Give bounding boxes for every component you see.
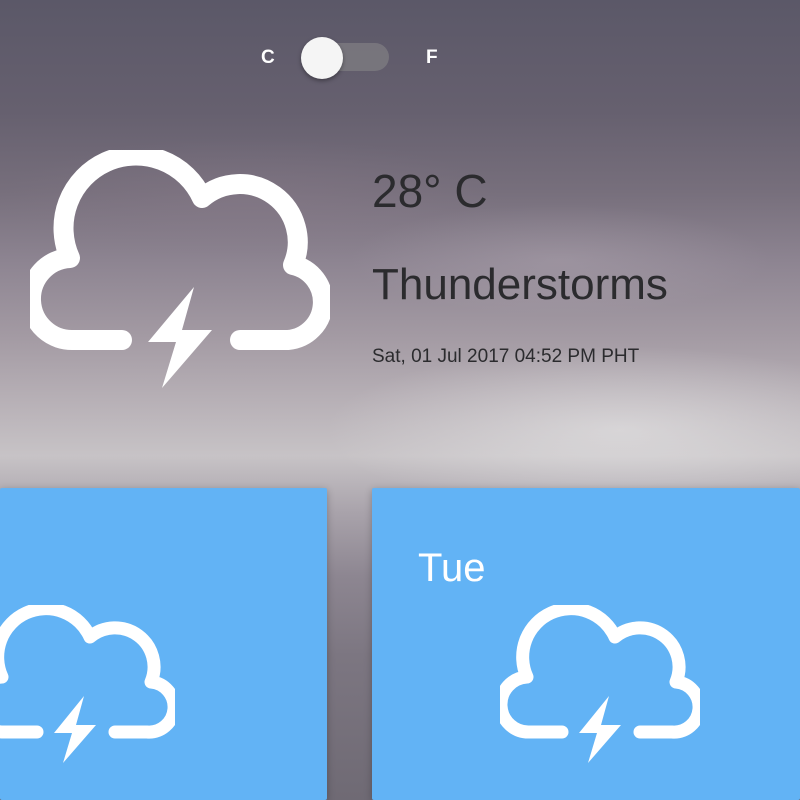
forecast-day-label: Tue (418, 546, 486, 590)
fahrenheit-label: F (426, 47, 438, 68)
unit-switch-knob[interactable] (301, 37, 343, 79)
current-datetime: Sat, 01 Jul 2017 04:52 PM PHT (372, 346, 640, 367)
temperature-unit-toggle: C F (0, 32, 800, 82)
current-temperature: 28° C (372, 165, 488, 217)
forecast-card[interactable]: Tue (372, 488, 800, 800)
thunderstorm-cloud-icon (0, 605, 175, 763)
celsius-label: C (261, 47, 275, 68)
thunderstorm-cloud-icon (30, 150, 330, 388)
current-condition: Thunderstorms (372, 260, 668, 309)
thunderstorm-cloud-icon (500, 605, 700, 763)
forecast-card[interactable] (0, 488, 327, 800)
